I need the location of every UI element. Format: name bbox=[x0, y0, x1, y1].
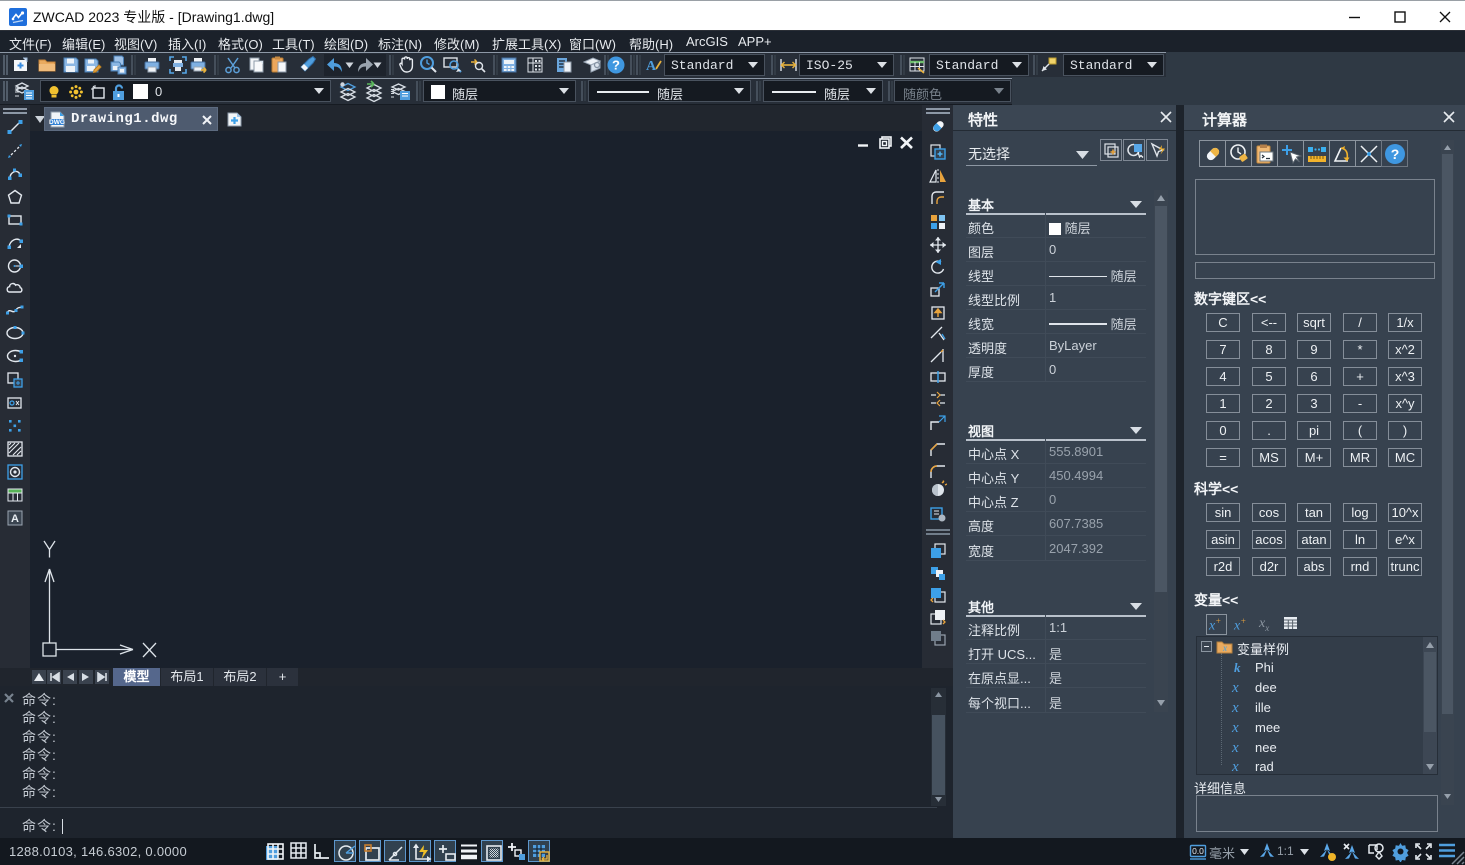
svg-text:A: A bbox=[646, 59, 657, 74]
svg-text:0.0: 0.0 bbox=[1192, 846, 1204, 856]
svg-text:x: x bbox=[1222, 643, 1227, 653]
svg-text:A: A bbox=[11, 513, 19, 525]
svg-text:DWG: DWG bbox=[49, 119, 65, 126]
svg-text:?: ? bbox=[1390, 146, 1399, 162]
svg-text:?: ? bbox=[612, 58, 620, 73]
